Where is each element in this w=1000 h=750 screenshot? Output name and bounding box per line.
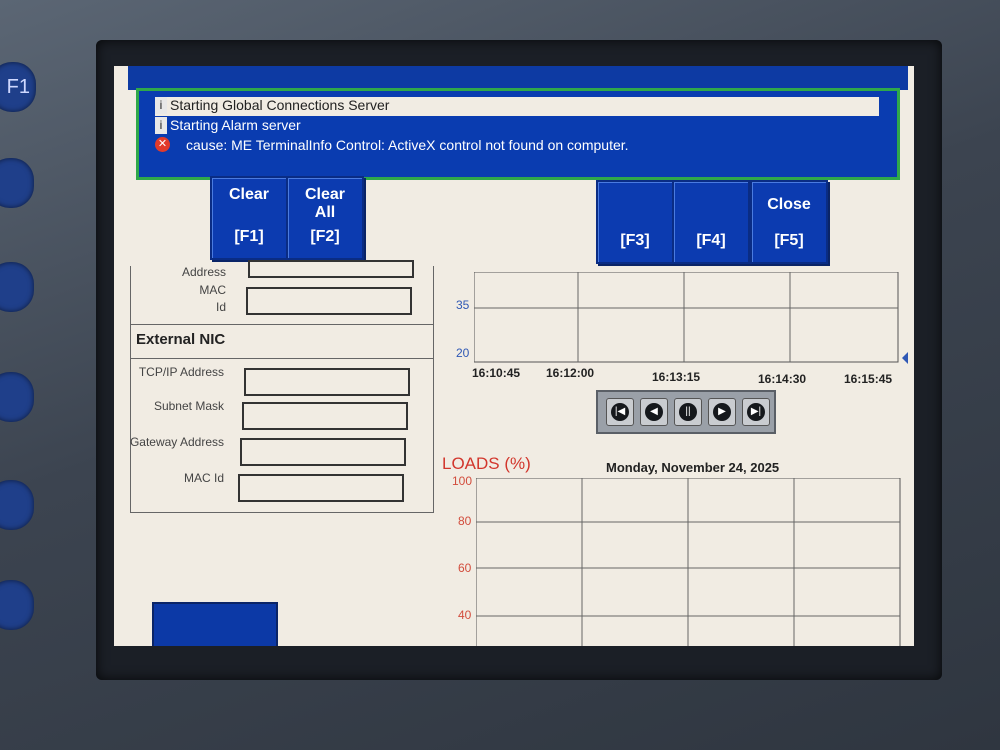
alarm-message-text: cause: ME TerminalInfo Control: ActiveX …	[186, 137, 629, 153]
trend-x-tick: 16:15:45	[844, 372, 893, 386]
loads-chart-title: LOADS (%)	[442, 454, 531, 473]
clear-button-key: [F1]	[234, 228, 264, 245]
f4-button[interactable]: [F4]	[672, 180, 750, 264]
info-icon: i	[155, 117, 167, 134]
bottom-left-button[interactable]	[152, 602, 278, 646]
f4-button-key: [F4]	[696, 232, 726, 249]
mac-id-label: MAC Id	[183, 471, 224, 485]
hardware-key-6[interactable]	[0, 580, 34, 630]
hardware-key-2[interactable]	[0, 158, 34, 208]
pause-button[interactable]: ||	[674, 398, 702, 426]
clear-all-button-key: [F2]	[310, 228, 340, 245]
loads-y-tick: 100	[452, 474, 473, 488]
close-button[interactable]: Close [F5]	[750, 180, 828, 264]
alarm-message-text: Starting Global Connections Server	[170, 97, 390, 113]
forward-icon: ▶	[713, 403, 731, 421]
trend-y-tick: 20	[456, 346, 470, 360]
hardware-key-5[interactable]	[0, 480, 34, 530]
hardware-key-4[interactable]	[0, 372, 34, 422]
trend-x-tick: 16:10:45	[472, 366, 521, 380]
address-field[interactable]	[248, 260, 414, 278]
first-icon: |◀	[611, 403, 629, 421]
loads-y-tick: 60	[458, 561, 472, 575]
alarm-message-2[interactable]: i Starting Alarm server	[155, 117, 301, 136]
alarm-message-3[interactable]: ✕ cause: ME TerminalInfo Control: ActiveX…	[155, 137, 629, 156]
close-button-label: Close	[767, 196, 811, 213]
id-label: Id	[215, 300, 226, 314]
error-icon: ✕	[155, 137, 170, 152]
divider	[130, 358, 434, 359]
alarm-banner: i Starting Global Connections Server i Sta…	[136, 88, 900, 180]
title-bar	[128, 66, 908, 90]
last-icon: ▶|	[747, 403, 765, 421]
tcpip-address-label: TCP/IP Address	[138, 365, 224, 379]
trend-navigation: |◀ ◀ || ▶ ▶|	[596, 390, 776, 434]
gateway-address-field[interactable]	[240, 438, 406, 466]
loads-y-tick: 80	[458, 514, 472, 528]
trend-x-tick: 16:12:00	[546, 366, 595, 380]
mac-id-field[interactable]	[246, 287, 412, 315]
subnet-mask-field[interactable]	[242, 402, 408, 430]
clear-button[interactable]: Clear [F1]	[210, 176, 288, 260]
alarm-message-1[interactable]: i Starting Global Connections Server	[155, 97, 879, 116]
trend-x-tick: 16:13:15	[652, 370, 701, 384]
back-button[interactable]: ◀	[640, 398, 668, 426]
clear-all-button[interactable]: Clear All [F2]	[286, 176, 364, 260]
close-button-key: [F5]	[774, 232, 804, 249]
subnet-mask-label: Subnet Mask	[153, 399, 224, 413]
f3-button[interactable]: [F3]	[596, 180, 674, 264]
chart-date: Monday, November 24, 2025	[606, 460, 780, 475]
last-button[interactable]: ▶|	[742, 398, 770, 426]
gateway-address-label: Gateway Address	[129, 435, 224, 449]
clear-button-label: Clear	[228, 186, 270, 203]
external-nic-title: External NIC	[136, 331, 226, 348]
first-button[interactable]: |◀	[606, 398, 634, 426]
address-label: Address	[181, 265, 226, 279]
hardware-key-3[interactable]	[0, 262, 34, 312]
info-icon: i	[155, 97, 167, 114]
loads-y-tick: 40	[458, 608, 472, 622]
alarm-message-text: Starting Alarm server	[170, 117, 301, 133]
external-mac-id-field[interactable]	[238, 474, 404, 502]
divider	[130, 324, 434, 325]
trend-y-tick: 35	[456, 298, 470, 312]
hardware-key-f1[interactable]: F1	[0, 62, 36, 112]
back-icon: ◀	[645, 403, 663, 421]
hmi-screen: i Starting Global Connections Server i Sta…	[114, 66, 914, 646]
tcpip-address-field[interactable]	[244, 368, 410, 396]
clear-all-button-label: Clear All	[304, 186, 346, 221]
f3-button-key: [F3]	[620, 232, 650, 249]
forward-button[interactable]: ▶	[708, 398, 736, 426]
pause-icon: ||	[679, 403, 697, 421]
trend-x-tick: 16:14:30	[758, 372, 807, 386]
mac-label: MAC	[199, 283, 226, 297]
trend-chart-grid	[474, 272, 908, 364]
loads-chart-grid	[476, 478, 901, 646]
